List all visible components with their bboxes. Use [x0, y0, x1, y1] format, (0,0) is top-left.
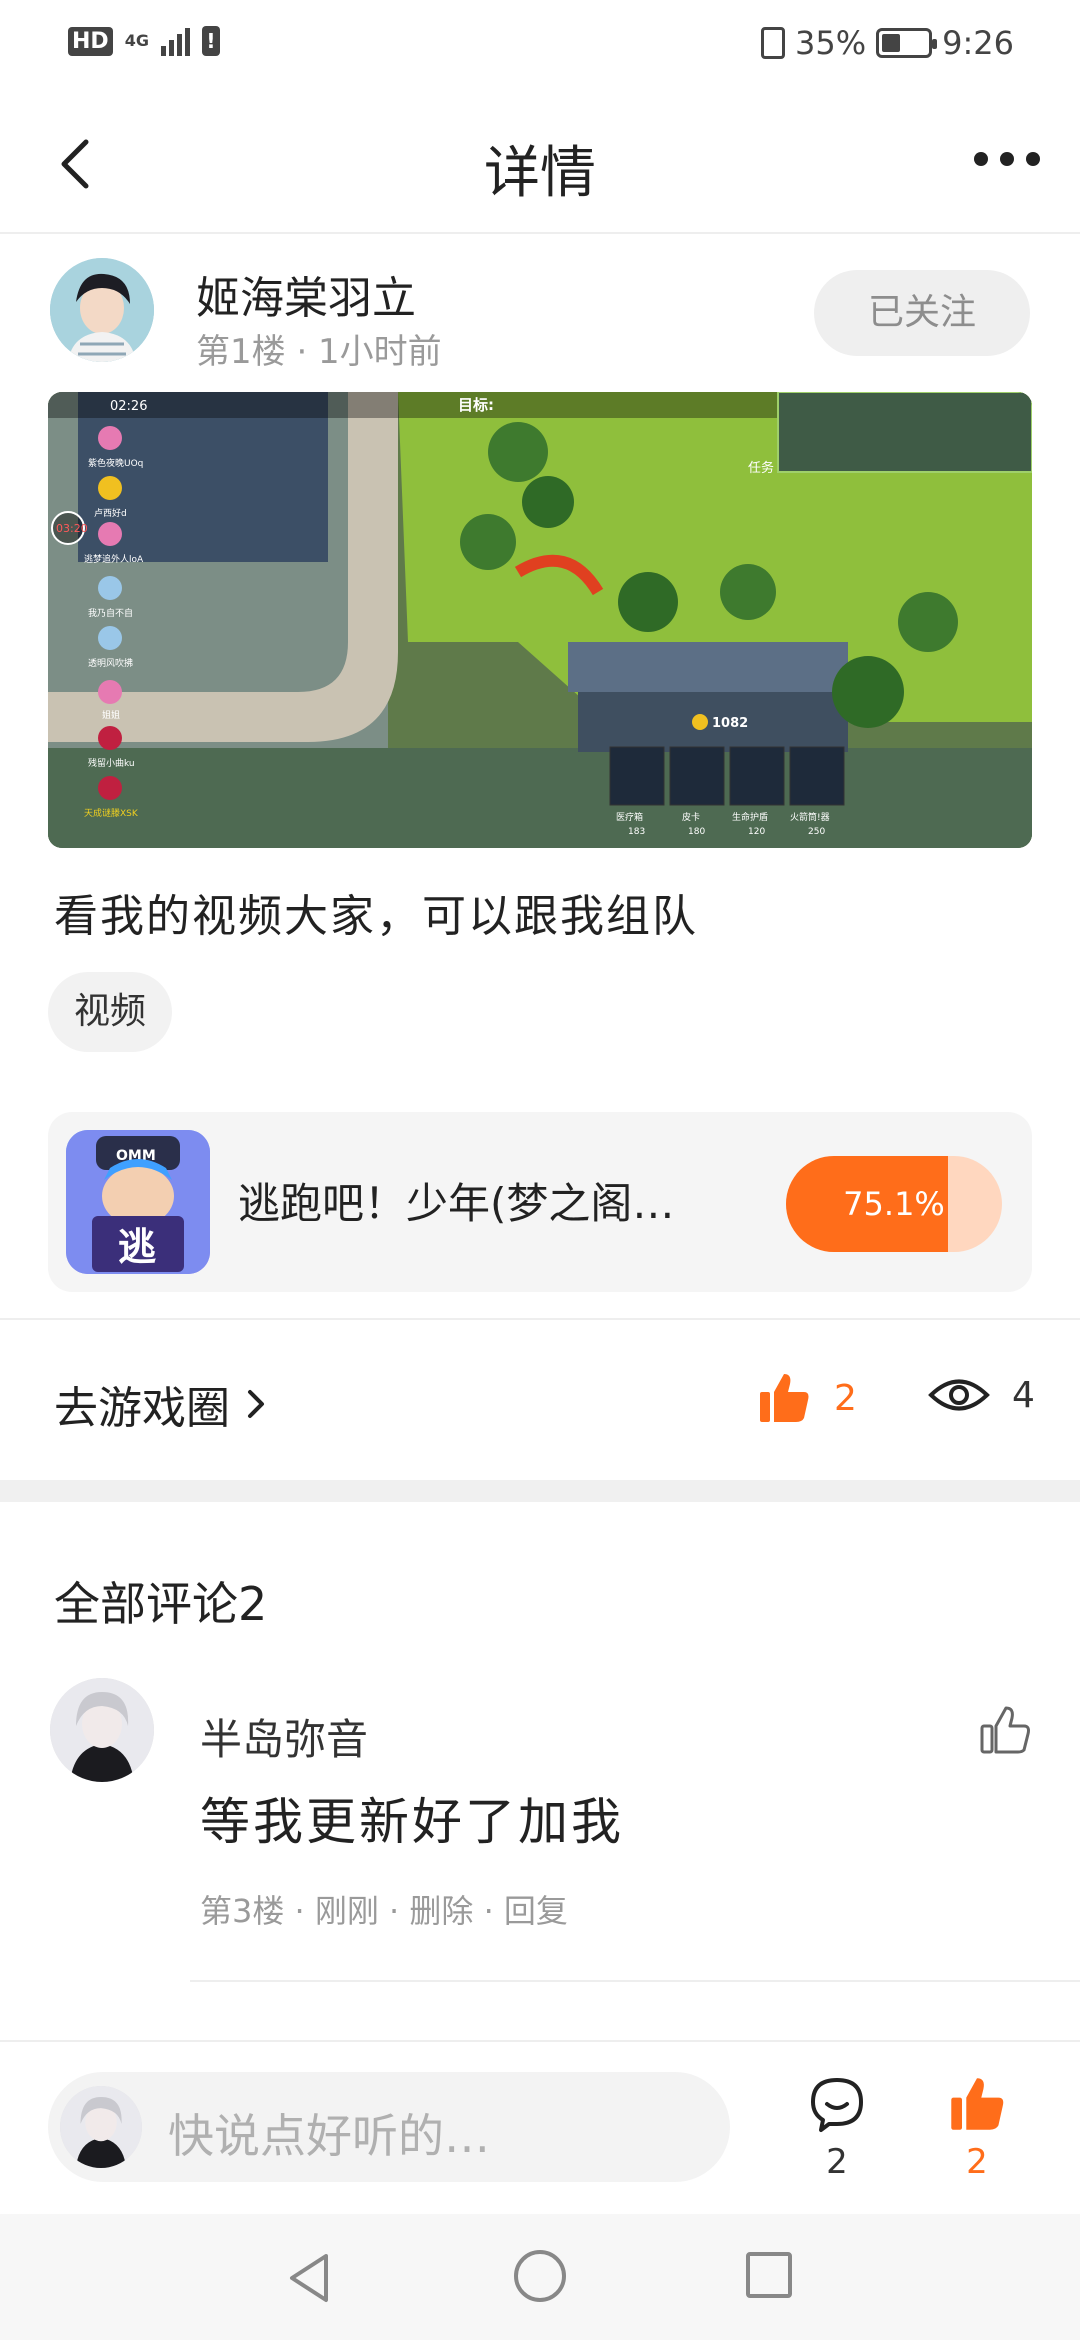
top-app-bar: 详情 — [0, 92, 1080, 234]
tag-chip[interactable]: 视频 — [48, 972, 173, 1052]
svg-text:姐姐: 姐姐 — [102, 709, 120, 721]
nav-recents-button[interactable] — [746, 2252, 792, 2298]
video-task-label: 任务 — [748, 460, 774, 476]
svg-text:120: 120 — [748, 827, 765, 837]
avatar-illustration — [50, 258, 154, 362]
svg-text:透明风吹拂: 透明风吹拂 — [88, 657, 133, 669]
video-timer: 03:20 — [56, 522, 88, 535]
game-rating-bar[interactable]: 75.1% — [786, 1156, 1002, 1252]
chevron-right-icon — [248, 1390, 264, 1418]
game-rating-label: 75.1% — [843, 1185, 945, 1223]
follow-button[interactable]: 已关注 — [814, 270, 1030, 356]
video-frame: 02:26 目标: 任务 紫色夜晚UOq 卢西好d 逃梦追外人loA 我乃自不自… — [48, 392, 1032, 848]
chat-bubble-icon — [811, 2078, 863, 2132]
clock: 9:26 — [942, 24, 1014, 62]
comment-count: 2 — [826, 2142, 848, 2182]
alert-icon: ! — [201, 26, 220, 56]
game-card[interactable]: OMM 逃 逃跑吧！少年(梦之阁… 75.1% — [48, 1112, 1032, 1292]
post-meta: 第1楼 · 1小时前 — [196, 332, 442, 372]
battery-icon — [876, 28, 938, 58]
comment-like-button[interactable] — [978, 1702, 1034, 1758]
author-name[interactable]: 姬海棠羽立 — [196, 262, 416, 326]
avatar — [60, 2086, 142, 2168]
commenter-avatar-illustration — [50, 1678, 154, 1782]
svg-text:逃梦追外人loA: 逃梦追外人loA — [84, 553, 144, 565]
signal-icon — [160, 26, 190, 56]
svg-text:残留小曲ku: 残留小曲ku — [88, 757, 135, 769]
avatar[interactable] — [50, 1678, 154, 1782]
author-avatar[interactable] — [50, 258, 154, 362]
eye-icon — [928, 1379, 990, 1411]
svg-text:我乃自不自: 我乃自不自 — [88, 607, 133, 619]
battery-percent: 35% — [795, 24, 867, 62]
thumbs-up-icon — [951, 2078, 1004, 2130]
video-player[interactable]: 02:26 目标: 任务 紫色夜晚UOq 卢西好d 逃梦追外人loA 我乃自不自… — [48, 392, 1032, 848]
like-count-bottom: 2 — [966, 2142, 988, 2182]
comment-input[interactable]: 快说点好听的… — [48, 2072, 730, 2182]
system-nav-bar — [0, 2214, 1080, 2340]
network-type: 4G — [124, 31, 149, 50]
my-avatar-illustration — [60, 2086, 142, 2168]
post-like-button[interactable]: 2 — [756, 1370, 857, 1426]
vibrate-icon — [761, 27, 786, 59]
status-bar: HD 4G ! 35% 9:26 — [0, 0, 1080, 92]
more-dot-icon — [1000, 152, 1014, 166]
section-separator — [0, 1480, 1080, 1502]
thumbs-up-icon — [760, 1374, 809, 1422]
comment-meta: 第3楼 · 刚刚 · 删除 · 回复 — [200, 1892, 568, 1930]
goto-label: 去游戏圈 — [54, 1383, 230, 1434]
video-coins: 1082 — [712, 716, 748, 731]
more-button[interactable] — [974, 152, 1040, 166]
comment-placeholder: 快说点好听的… — [168, 2109, 490, 2163]
like-count: 2 — [834, 1377, 857, 1419]
bottom-separator — [0, 2040, 1080, 2042]
comment-text: 等我更新好了加我 — [200, 1793, 624, 1851]
post-text: 看我的视频大家，可以跟我组队 — [54, 891, 698, 942]
svg-text:250: 250 — [808, 827, 825, 837]
status-left: HD 4G ! — [68, 26, 220, 56]
comment-author[interactable]: 半岛弥音 — [200, 1706, 368, 1767]
game-icon-char: 逃 — [118, 1225, 156, 1269]
svg-text:183: 183 — [628, 827, 645, 837]
comments-title: 全部评论2 — [54, 1577, 268, 1631]
video-objective-label: 目标: — [458, 396, 494, 414]
svg-text:180: 180 — [688, 827, 705, 837]
game-icon: OMM 逃 — [66, 1130, 210, 1274]
video-time: 02:26 — [110, 399, 147, 414]
view-counter: 4 — [928, 1370, 1035, 1420]
game-logo: OMM 逃 — [66, 1130, 210, 1274]
svg-text:卢西好d: 卢西好d — [94, 507, 127, 519]
triangle-back-icon — [290, 2254, 328, 2302]
svg-text:天成谜滕XSK: 天成谜滕XSK — [84, 807, 139, 819]
svg-text:医疗箱: 医疗箱 — [616, 811, 643, 823]
more-dot-icon — [1026, 152, 1040, 166]
svg-text:火箭筒!器: 火箭筒!器 — [790, 811, 830, 823]
thumbs-up-outline-icon — [980, 1706, 1030, 1754]
status-right: 35% 9:26 — [761, 24, 1014, 62]
view-count: 4 — [1012, 1374, 1035, 1416]
game-name: 逃跑吧！少年(梦之阁… — [238, 1179, 675, 1228]
like-button[interactable]: 2 — [942, 2074, 1012, 2182]
svg-text:皮卡: 皮卡 — [682, 811, 700, 823]
comment-divider — [190, 1980, 1080, 1982]
divider — [0, 1318, 1080, 1320]
hd-indicator: HD — [68, 26, 113, 56]
comment-button[interactable]: 2 — [802, 2074, 872, 2182]
svg-text:生命护盾: 生命护盾 — [732, 811, 768, 823]
more-dot-icon — [974, 152, 988, 166]
nav-home-button[interactable] — [514, 2250, 566, 2302]
goto-game-circle-link[interactable]: 去游戏圈 — [54, 1372, 270, 1436]
svg-text:紫色夜晚UOq: 紫色夜晚UOq — [88, 457, 143, 469]
page-title: 详情 — [484, 141, 596, 206]
nav-back-button[interactable] — [286, 2252, 332, 2308]
